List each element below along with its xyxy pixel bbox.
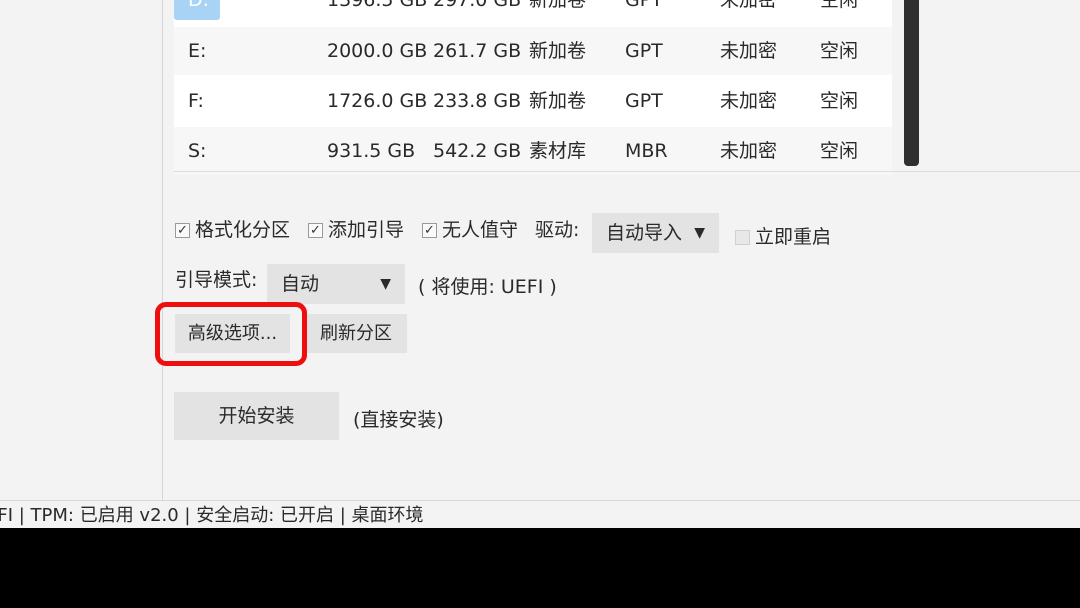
start-install-button[interactable]: 开始安装 bbox=[174, 392, 339, 440]
partition-status: 空闲 bbox=[820, 40, 859, 62]
add-boot-label: 添加引导 bbox=[328, 219, 405, 241]
chevron-down-icon: ▼ bbox=[694, 225, 705, 241]
partition-drive: D: bbox=[188, 0, 210, 11]
installer-window: D: 1396.5 GB 297.0 GB 新加卷 GPT 未加密 空闲 E: … bbox=[0, 0, 1080, 528]
table-divider bbox=[174, 171, 1080, 172]
table-row[interactable]: E: 2000.0 GB 261.7 GB 新加卷 GPT 未加密 空闲 bbox=[174, 27, 892, 75]
partition-status: 空闲 bbox=[820, 140, 859, 162]
partition-encryption: 未加密 bbox=[720, 90, 778, 112]
install-hint: (直接安装) bbox=[353, 409, 444, 431]
driver-select-value: 自动导入 bbox=[606, 222, 683, 244]
partition-drive: E: bbox=[188, 40, 207, 62]
chevron-down-icon: ▼ bbox=[380, 276, 391, 292]
boot-mode-select-value: 自动 bbox=[281, 273, 320, 295]
unattended-label: 无人值守 bbox=[442, 219, 519, 241]
restart-now-label: 立即重启 bbox=[755, 226, 832, 248]
check-icon bbox=[422, 223, 437, 238]
check-icon bbox=[308, 223, 323, 238]
table-row[interactable]: S: 931.5 GB 542.2 GB 素材库 MBR 未加密 空闲 bbox=[174, 127, 892, 175]
format-partition-label: 格式化分区 bbox=[195, 219, 291, 241]
partition-table: D: 1396.5 GB 297.0 GB 新加卷 GPT 未加密 空闲 E: … bbox=[174, 0, 892, 175]
partition-size: 1396.5 GB bbox=[327, 0, 428, 11]
partition-drive: S: bbox=[188, 140, 207, 162]
partition-label: 新加卷 bbox=[529, 90, 587, 112]
driver-label: 驱动: bbox=[535, 219, 580, 241]
partition-style: GPT bbox=[625, 0, 663, 11]
left-panel bbox=[0, 0, 163, 500]
table-scrollbar[interactable] bbox=[904, 0, 919, 166]
add-boot-checkbox[interactable]: 添加引导 bbox=[308, 215, 404, 242]
boot-mode-label: 引导模式: bbox=[175, 269, 258, 291]
format-partition-checkbox[interactable]: 格式化分区 bbox=[175, 215, 290, 242]
status-bar: EFI | TPM: 已启用 v2.0 | 安全启动: 已开启 | 桌面环境 bbox=[0, 502, 1080, 528]
partition-free: 297.0 GB bbox=[433, 0, 522, 11]
checkbox-icon bbox=[735, 230, 750, 245]
partition-drive: F: bbox=[188, 90, 204, 112]
partition-size: 931.5 GB bbox=[327, 140, 416, 162]
partition-status: 空闲 bbox=[820, 90, 859, 112]
partition-free: 233.8 GB bbox=[433, 90, 522, 112]
partition-style: MBR bbox=[625, 140, 668, 162]
highlight-box bbox=[155, 302, 307, 366]
partition-label: 素材库 bbox=[529, 140, 587, 162]
partition-label: 新加卷 bbox=[529, 0, 587, 11]
partition-encryption: 未加密 bbox=[720, 0, 778, 11]
table-row[interactable]: F: 1726.0 GB 233.8 GB 新加卷 GPT 未加密 空闲 bbox=[174, 77, 892, 125]
status-text: EFI | TPM: 已启用 v2.0 | 安全启动: 已开启 | 桌面环境 bbox=[0, 505, 424, 526]
status-divider bbox=[0, 500, 1080, 501]
check-icon bbox=[175, 223, 190, 238]
partition-label: 新加卷 bbox=[529, 40, 587, 62]
partition-size: 2000.0 GB bbox=[327, 40, 428, 62]
restart-now-checkbox[interactable]: 立即重启 bbox=[735, 222, 831, 249]
partition-status: 空闲 bbox=[820, 0, 859, 11]
partition-free: 261.7 GB bbox=[433, 40, 522, 62]
partition-free: 542.2 GB bbox=[433, 140, 522, 162]
driver-select[interactable]: 自动导入 ▼ bbox=[592, 213, 719, 253]
partition-encryption: 未加密 bbox=[720, 40, 778, 62]
unattended-checkbox[interactable]: 无人值守 bbox=[422, 215, 518, 242]
partition-style: GPT bbox=[625, 90, 663, 112]
partition-style: GPT bbox=[625, 40, 663, 62]
partition-encryption: 未加密 bbox=[720, 140, 778, 162]
partition-size: 1726.0 GB bbox=[327, 90, 428, 112]
boot-mode-hint: ( 将使用: UEFI ) bbox=[418, 276, 557, 298]
refresh-partitions-button[interactable]: 刷新分区 bbox=[305, 314, 407, 353]
table-row[interactable]: D: 1396.5 GB 297.0 GB 新加卷 GPT 未加密 空闲 bbox=[174, 0, 892, 24]
boot-mode-select[interactable]: 自动 ▼ bbox=[267, 264, 405, 304]
